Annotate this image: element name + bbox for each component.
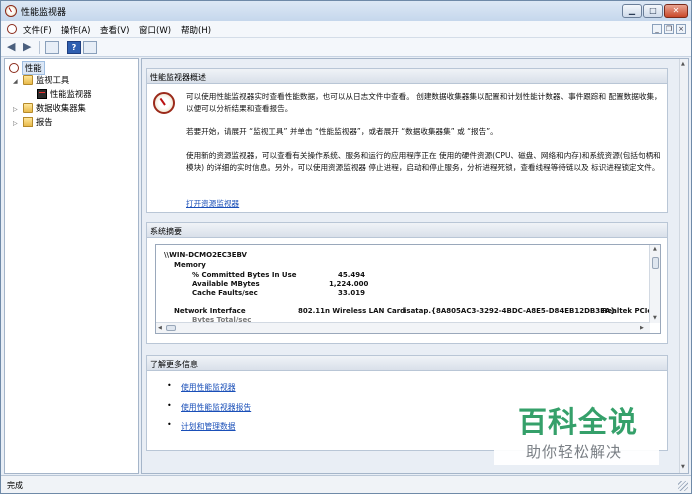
network-column: Realtek PCIe <box>602 307 653 315</box>
system-summary-section: 系统摘要 \\WIN-DCMO2EC3EBV Memory % Committe… <box>146 222 668 344</box>
toolbar: ◀ ▶ ? <box>1 38 691 57</box>
open-resource-monitor-link[interactable]: 打开资源监视器 <box>186 198 239 209</box>
tree-node-reports[interactable]: 报告 <box>23 116 53 128</box>
bullet-icon: • <box>167 381 172 390</box>
show-hide-tree-button[interactable] <box>45 41 59 54</box>
chart-monitor-icon <box>37 89 47 99</box>
window-title: 性能监视器 <box>21 8 67 18</box>
performance-icon <box>9 63 19 73</box>
counter-value: 45.494 <box>338 271 366 279</box>
scroll-right-arrow-icon[interactable]: ▶ <box>640 325 644 331</box>
system-summary-box: \\WIN-DCMO2EC3EBV Memory % Committed Byt… <box>155 244 661 334</box>
tree-label-reports: 报告 <box>36 117 53 127</box>
toolbar-separator <box>39 41 40 54</box>
tree-label-performance: 性能 <box>22 61 45 75</box>
scroll-up-arrow-icon[interactable]: ▲ <box>653 246 657 252</box>
back-arrow-icon[interactable]: ◀ <box>7 41 15 52</box>
overview-section: 性能监视器概述 可以使用性能监视器实时查看性能数据，也可以从日志文件中查看。 创… <box>146 68 668 213</box>
title-bar[interactable]: 性能监视器 ▁ □ ✕ <box>1 1 691 21</box>
collapse-arrow-icon[interactable]: ▷ <box>13 120 18 127</box>
scroll-up-arrow-icon[interactable]: ▲ <box>681 61 685 67</box>
tree-node-performance-monitor[interactable]: 性能监视器 <box>37 88 92 100</box>
resize-grip-icon[interactable] <box>678 481 688 491</box>
data-collector-icon <box>23 103 33 113</box>
learn-more-link[interactable]: 计划和管理数据 <box>181 421 236 432</box>
status-bar: 完成 <box>1 475 691 493</box>
tree-label-monitor-tools: 监视工具 <box>36 75 70 85</box>
system-summary-header: 系统摘要 <box>147 223 667 238</box>
tree-node-monitor-tools[interactable]: 监视工具 <box>23 74 69 86</box>
menu-bar: 文件(F) 操作(A) 查看(V) 窗口(W) 帮助(H) _ ❐ × <box>1 21 691 38</box>
bullet-icon: • <box>167 420 172 429</box>
status-text: 完成 <box>7 481 23 490</box>
scroll-thumb[interactable] <box>166 325 176 331</box>
report-icon <box>23 117 33 127</box>
menu-file[interactable]: 文件(F) <box>23 24 52 36</box>
counter-name: % Committed Bytes In Use <box>192 271 297 279</box>
summary-vertical-scrollbar[interactable]: ▲ ▼ <box>649 245 660 323</box>
learn-more-link[interactable]: 使用性能监视器报告 <box>181 402 251 413</box>
performance-large-icon <box>153 92 175 114</box>
mdi-restore-button[interactable]: ❐ <box>664 24 674 34</box>
watermark-title: 百科全说 <box>518 405 639 439</box>
summary-host: \\WIN-DCMO2EC3EBV <box>164 251 247 259</box>
perfmon-app-icon <box>5 5 17 17</box>
collapse-arrow-icon[interactable]: ▷ <box>13 106 18 113</box>
perfmon-menu-icon[interactable] <box>7 24 17 34</box>
scroll-down-arrow-icon[interactable]: ▼ <box>653 315 657 321</box>
counter-value: 33.019 <box>338 289 366 297</box>
summary-network-label: Network Interface <box>174 307 246 315</box>
menu-action[interactable]: 操作(A) <box>61 24 90 36</box>
overview-paragraph-3: 使用新的资源监视器，可以查看有关操作系统、服务和运行的应用程序正在 使用的硬件资… <box>186 151 661 172</box>
tree-node-data-collector-sets[interactable]: 数据收集器集 <box>23 102 86 114</box>
menu-window[interactable]: 窗口(W) <box>139 24 171 36</box>
forward-arrow-icon[interactable]: ▶ <box>23 41 31 52</box>
counter-name: Cache Faults/sec <box>192 289 258 297</box>
scroll-thumb[interactable] <box>652 257 659 269</box>
watermark-subtitle: 助你轻松解决 <box>526 443 623 461</box>
learn-more-header: 了解更多信息 <box>147 356 667 371</box>
counter-name: Available MBytes <box>192 280 260 288</box>
scroll-down-arrow-icon[interactable]: ▼ <box>681 464 685 470</box>
maximize-button[interactable]: □ <box>643 4 663 18</box>
mdi-close-button[interactable]: × <box>676 24 686 34</box>
show-hide-action-pane-button[interactable] <box>83 41 97 54</box>
learn-more-link[interactable]: 使用性能监视器 <box>181 382 236 393</box>
mdi-minimize-button[interactable]: _ <box>652 24 662 34</box>
menu-help[interactable]: 帮助(H) <box>181 24 211 36</box>
expand-arrow-icon[interactable]: ◢ <box>13 78 18 85</box>
navigation-tree: 性能 ◢ 监视工具 性能监视器 ▷ 数据收集器集 ▷ 报告 <box>4 58 139 474</box>
menu-view[interactable]: 查看(V) <box>100 24 129 36</box>
tree-label-performance-monitor: 性能监视器 <box>50 89 92 99</box>
content-vertical-scrollbar[interactable]: ▲ ▼ <box>679 59 688 473</box>
counter-value: 1,224.000 <box>329 280 369 288</box>
minimize-button[interactable]: ▁ <box>622 4 642 18</box>
close-button[interactable]: ✕ <box>664 4 688 18</box>
help-button[interactable]: ? <box>67 41 81 54</box>
network-column: 802.11n Wireless LAN Card <box>298 307 406 315</box>
watermark: 百科全说 助你轻松解决 <box>494 385 659 465</box>
perfmon-window: 性能监视器 ▁ □ ✕ 文件(F) 操作(A) 查看(V) 窗口(W) 帮助(H… <box>0 0 692 494</box>
scroll-left-arrow-icon[interactable]: ◀ <box>158 325 162 331</box>
overview-paragraph-2: 若要开始，请展开 “监视工具” 并单击 “性能监视器”，或者展开 “数据收集器集… <box>186 127 498 136</box>
overview-paragraph-1: 可以使用性能监视器实时查看性能数据，也可以从日志文件中查看。 创建数据收集器集以… <box>186 92 662 113</box>
bullet-icon: • <box>167 401 172 410</box>
summary-memory-label: Memory <box>174 261 206 269</box>
tree-label-data-collector-sets: 数据收集器集 <box>36 103 86 113</box>
tree-node-performance[interactable]: 性能 <box>9 61 45 75</box>
network-column: isatap.{8A805AC3-3292-4BDC-A8E5-D84EB12D… <box>404 307 616 315</box>
summary-horizontal-scrollbar[interactable]: ◀ ▶ <box>156 322 650 333</box>
overview-header: 性能监视器概述 <box>147 69 667 84</box>
folder-icon <box>23 75 33 85</box>
